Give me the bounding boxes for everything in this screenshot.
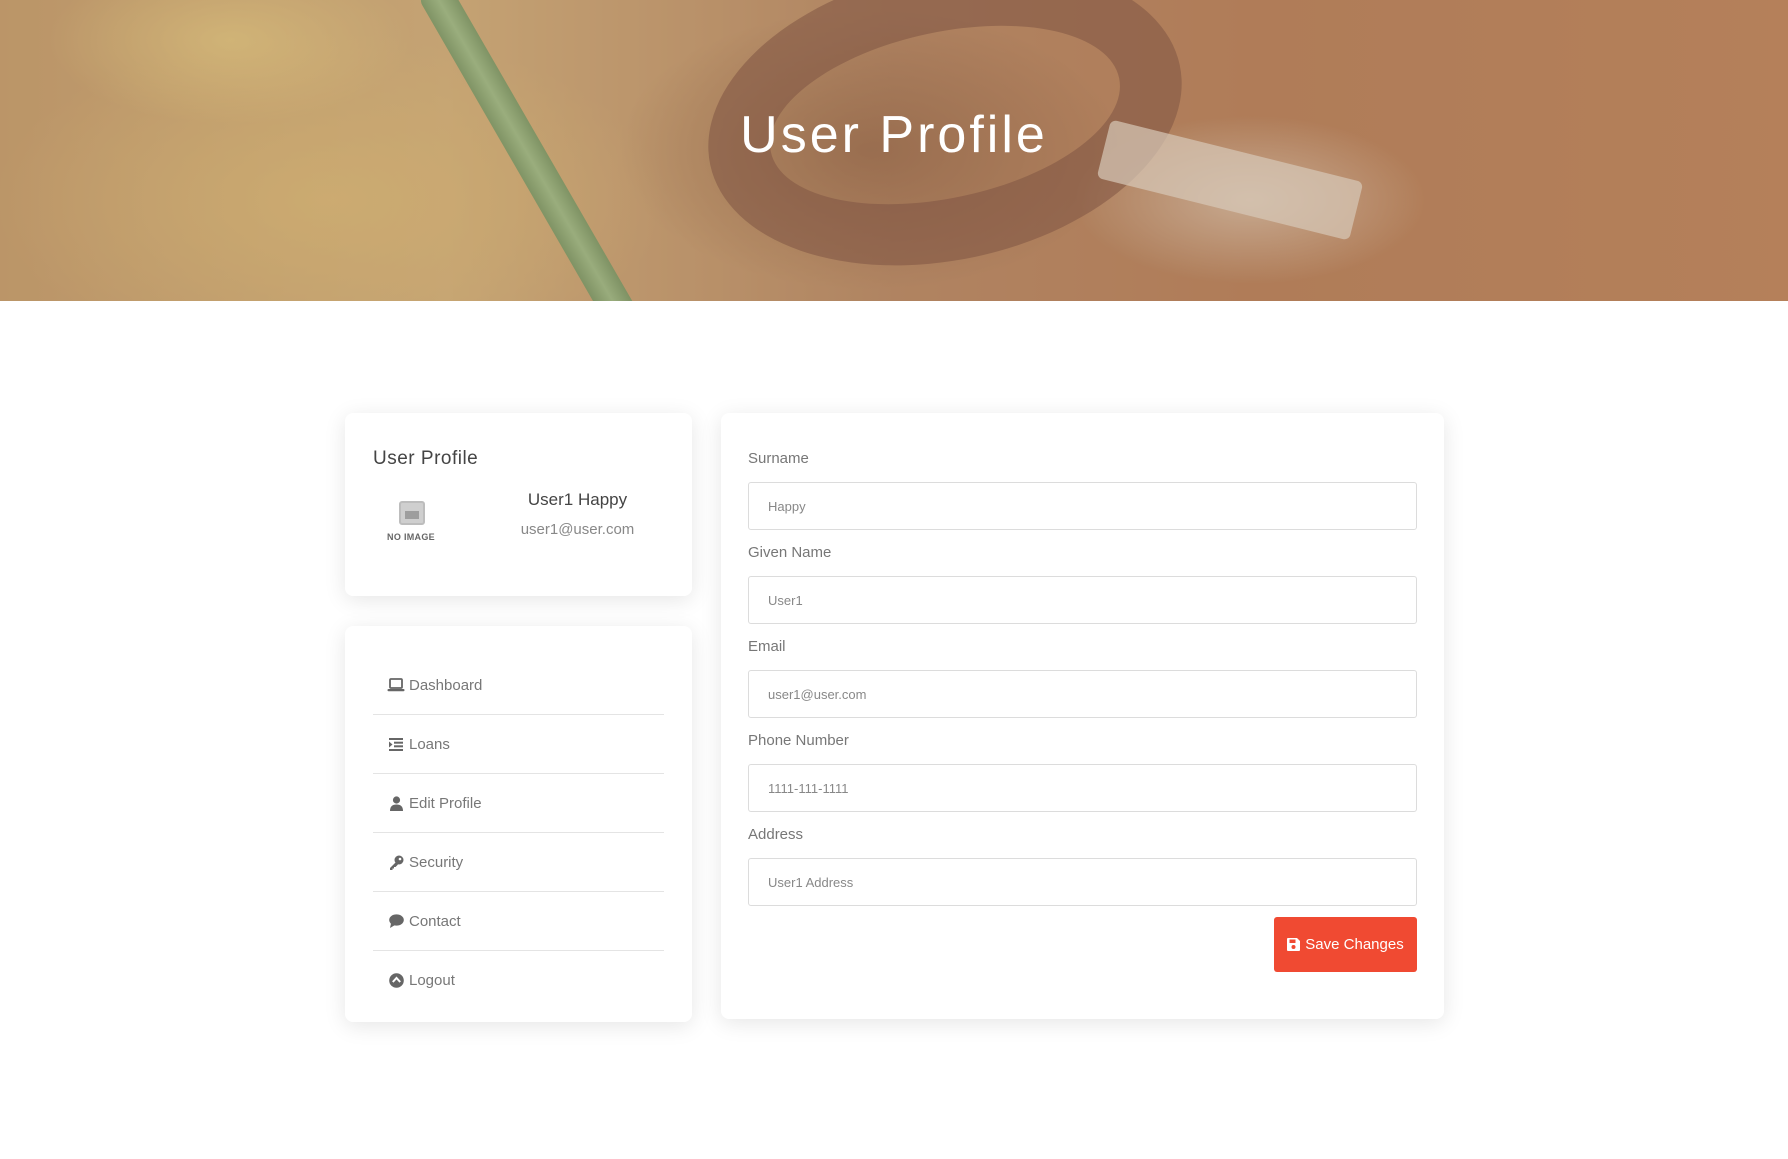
surname-input[interactable] xyxy=(748,482,1417,530)
sidebar-menu-card: Dashboard Loans Edit Profile Security Co… xyxy=(345,626,692,1022)
email-field-group: Email xyxy=(748,637,1417,718)
given-name-input[interactable] xyxy=(748,576,1417,624)
given-name-field-group: Given Name xyxy=(748,543,1417,624)
sidebar-menu: Dashboard Loans Edit Profile Security Co… xyxy=(373,656,664,1010)
email-label: Email xyxy=(748,638,786,655)
sidebar-item-label: Contact xyxy=(409,912,461,930)
email-field[interactable] xyxy=(748,670,1417,718)
laptop-icon xyxy=(387,678,405,692)
image-placeholder-icon xyxy=(399,501,425,525)
phone-label: Phone Number xyxy=(748,732,849,749)
floppy-disk-icon xyxy=(1287,938,1301,951)
phone-field-group: Phone Number xyxy=(748,731,1417,812)
edit-profile-form: Surname Given Name Email Phone Number Ad… xyxy=(721,413,1444,1019)
user-icon xyxy=(387,795,405,811)
surname-field-group: Surname xyxy=(748,449,1417,530)
sidebar-item-edit-profile[interactable]: Edit Profile xyxy=(373,774,664,833)
key-icon xyxy=(387,855,405,870)
sidebar-item-contact[interactable]: Contact xyxy=(373,892,664,951)
list-indent-icon xyxy=(387,737,405,751)
sidebar-item-loans[interactable]: Loans xyxy=(373,715,664,774)
sidebar-item-security[interactable]: Security xyxy=(373,833,664,892)
save-button-label: Save Changes xyxy=(1305,936,1404,953)
sidebar-item-logout[interactable]: Logout xyxy=(373,951,664,1010)
user-name: User1 Happy xyxy=(527,490,628,509)
avatar-placeholder-text: NO IMAGE xyxy=(387,532,435,542)
sidebar-item-label: Dashboard xyxy=(409,676,483,694)
sidebar-item-label: Edit Profile xyxy=(409,794,482,812)
profile-card-title: User Profile xyxy=(373,448,479,469)
user-email: user1@user.com xyxy=(520,521,635,538)
surname-label: Surname xyxy=(748,450,809,467)
phone-input[interactable] xyxy=(748,764,1417,812)
comment-icon xyxy=(387,914,405,928)
hero-banner: User Profile xyxy=(0,0,1788,301)
address-field-group: Address xyxy=(748,825,1417,906)
sidebar-item-label: Logout xyxy=(409,972,455,989)
sidebar-item-label: Security xyxy=(409,853,464,871)
profile-summary-card: User Profile NO IMAGE User1 Happy user1@… xyxy=(345,413,692,596)
address-input[interactable] xyxy=(748,858,1417,906)
save-changes-button[interactable]: Save Changes xyxy=(1274,917,1417,972)
page-title: User Profile xyxy=(740,106,1048,164)
sidebar-item-dashboard[interactable]: Dashboard xyxy=(373,656,664,715)
arrow-circle-up-icon xyxy=(387,973,405,988)
sidebar-item-label: Loans xyxy=(409,735,450,753)
given-name-label: Given Name xyxy=(748,544,832,561)
avatar: NO IMAGE xyxy=(383,501,439,551)
address-label: Address xyxy=(748,826,804,843)
